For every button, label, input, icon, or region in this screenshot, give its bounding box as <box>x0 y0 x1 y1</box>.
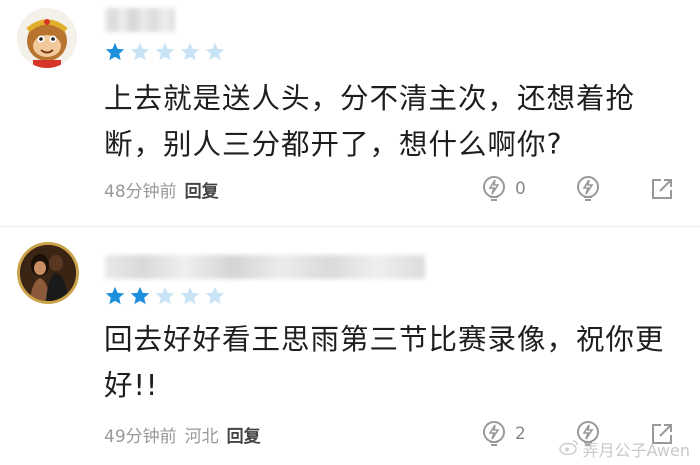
rating-stars <box>104 285 226 307</box>
weibo-logo-icon <box>558 439 579 459</box>
like-button[interactable]: 0 <box>481 175 526 203</box>
comment-text-line: 断，别人三分都开了，想什么啊你? <box>104 128 563 161</box>
monkey-avatar-icon <box>17 8 77 68</box>
star-empty-icon <box>205 42 225 61</box>
comment-text: 上去就是送人头，分不清主次，还想着抢 断，别人三分都开了，想什么啊你? <box>104 76 674 168</box>
like-count: 0 <box>515 179 526 199</box>
star-filled-icon <box>130 286 150 305</box>
watermark: 弄月公子Awen <box>558 437 690 461</box>
comment-card: 回去好好看王思雨第三节比赛录像，祝你更 好!! 49分钟前 河北 回复 2 <box>0 227 700 465</box>
timestamp: 49分钟前 <box>104 427 177 447</box>
username-blurred[interactable] <box>105 8 175 32</box>
avatar[interactable] <box>17 242 79 304</box>
comment-meta: 49分钟前 河北 回复 <box>104 422 261 447</box>
watermark-text: 弄月公子Awen <box>582 441 690 460</box>
avatar[interactable] <box>17 8 77 68</box>
share-icon <box>650 177 674 201</box>
lightbulb-like-icon <box>481 175 507 203</box>
reply-button[interactable]: 回复 <box>185 182 219 202</box>
star-empty-icon <box>130 42 150 61</box>
like-count: 2 <box>515 424 526 444</box>
lightbulb-dislike-icon <box>575 175 601 203</box>
reply-button[interactable]: 回复 <box>227 427 261 447</box>
star-empty-icon <box>155 286 175 305</box>
star-empty-icon <box>180 286 200 305</box>
couple-photo-avatar-icon <box>20 245 76 301</box>
star-empty-icon <box>155 42 175 61</box>
comment-text-line: 好!! <box>104 369 159 402</box>
comment-meta: 48分钟前 回复 <box>104 177 219 202</box>
comment-card: 上去就是送人头，分不清主次，还想着抢 断，别人三分都开了，想什么啊你? 48分钟… <box>0 0 700 225</box>
share-button[interactable] <box>650 177 674 201</box>
location-label: 河北 <box>184 427 219 447</box>
like-button[interactable]: 2 <box>481 420 526 448</box>
star-empty-icon <box>180 42 200 61</box>
rating-stars <box>104 41 226 63</box>
lightbulb-like-icon <box>481 420 507 448</box>
dislike-button[interactable] <box>575 175 601 203</box>
timestamp: 48分钟前 <box>104 182 177 202</box>
username-blurred[interactable] <box>105 255 425 279</box>
comment-text: 回去好好看王思雨第三节比赛录像，祝你更 好!! <box>104 317 674 409</box>
star-filled-icon <box>105 42 125 61</box>
comment-text-line: 上去就是送人头，分不清主次，还想着抢 <box>104 82 636 115</box>
star-filled-icon <box>105 286 125 305</box>
star-empty-icon <box>205 286 225 305</box>
comment-text-line: 回去好好看王思雨第三节比赛录像，祝你更 <box>104 323 665 356</box>
